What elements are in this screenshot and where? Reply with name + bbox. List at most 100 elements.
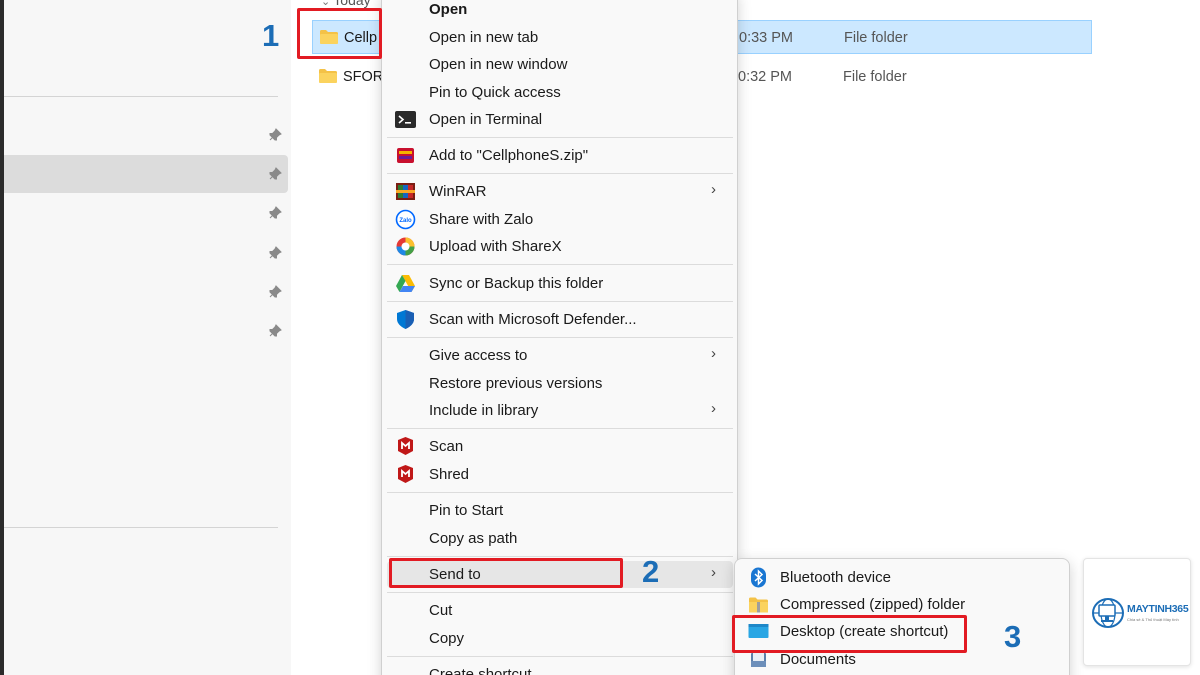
submenu-item-bluetooth[interactable]: Bluetooth device [740, 564, 1064, 591]
menu-item-label: Pin to Quick access [429, 84, 561, 101]
file-date: 0:33 PM [739, 30, 793, 46]
menu-item-open-terminal[interactable]: Open in Terminal [387, 106, 733, 133]
menu-item-label: Restore previous versions [429, 375, 603, 392]
menu-item-label: Open in new tab [429, 29, 539, 46]
pin-icon[interactable] [268, 285, 282, 299]
menu-item-give-access[interactable]: Give access to › [387, 342, 733, 369]
menu-item-winrar[interactable]: WinRAR › [387, 178, 733, 205]
logo-tagline: Chia sẻ & Thủ thuật Máy tính [1127, 617, 1179, 622]
menu-item-label: Copy as path [429, 530, 518, 547]
pin-icon[interactable] [268, 324, 282, 338]
menu-item-label: WinRAR [429, 183, 487, 200]
winrar-icon [396, 183, 415, 200]
winrar-archive-icon [397, 148, 414, 163]
menu-item-open[interactable]: Open [387, 0, 733, 23]
bluetooth-icon [751, 567, 766, 588]
menu-separator [387, 264, 733, 265]
pin-icon[interactable] [268, 167, 282, 181]
mcafee-icon [398, 465, 413, 483]
menu-item-label: Scan with Microsoft Defender... [429, 311, 637, 328]
chevron-right-icon: › [711, 181, 716, 198]
menu-item-label: Include in library [429, 402, 539, 419]
nav-divider [4, 527, 278, 528]
menu-item-label: Scan [429, 438, 464, 455]
step-number-2: 2 [642, 554, 660, 589]
zip-folder-icon [749, 597, 768, 613]
menu-item-label: Copy [429, 630, 465, 647]
nav-divider [4, 96, 278, 97]
menu-separator [387, 556, 733, 557]
menu-item-copy-path[interactable]: Copy as path [387, 525, 733, 552]
group-header-today[interactable]: ⌄ Today [321, 0, 371, 8]
menu-item-sync-backup[interactable]: Sync or Backup this folder [387, 270, 733, 297]
menu-separator [387, 173, 733, 174]
menu-item-open-new-window[interactable]: Open in new window [387, 51, 733, 78]
menu-item-scan[interactable]: Scan [387, 433, 733, 460]
menu-item-label: Open in Terminal [429, 111, 543, 128]
menu-item-restore-versions[interactable]: Restore previous versions [387, 370, 733, 397]
highlight-box-send-to [389, 558, 623, 588]
folder-icon [319, 69, 337, 83]
terminal-icon [395, 111, 416, 128]
menu-item-label: Share with Zalo [429, 211, 534, 228]
menu-separator [387, 301, 733, 302]
step-number-1: 1 [262, 18, 280, 53]
submenu-item-label: Documents [780, 651, 856, 668]
menu-item-label: Open [429, 1, 468, 18]
menu-item-share-zalo[interactable]: Zalo Share with Zalo [387, 206, 733, 233]
highlight-box-folder [297, 8, 382, 59]
menu-separator [387, 428, 733, 429]
menu-item-pin-start[interactable]: Pin to Start [387, 497, 733, 524]
menu-item-label: Cut [429, 602, 453, 619]
step-number-3: 3 [1004, 619, 1022, 654]
chevron-right-icon: › [711, 345, 716, 362]
menu-separator [387, 137, 733, 138]
menu-separator [387, 337, 733, 338]
globe-logo-icon [1092, 598, 1124, 628]
navigation-pane [4, 0, 291, 675]
menu-item-create-shortcut[interactable]: Create shortcut [387, 661, 733, 675]
menu-separator [387, 492, 733, 493]
submenu-item-label: Compressed (zipped) folder [780, 596, 966, 613]
menu-item-include-library[interactable]: Include in library › [387, 397, 733, 424]
defender-shield-icon [397, 310, 414, 329]
pin-icon[interactable] [268, 206, 282, 220]
menu-separator [387, 656, 733, 657]
sharex-icon [396, 237, 415, 256]
chevron-right-icon: › [711, 564, 716, 581]
nav-selected-item[interactable] [4, 155, 288, 193]
chevron-right-icon: › [711, 400, 716, 417]
menu-item-label: Open in new window [429, 56, 568, 73]
menu-item-scan-defender[interactable]: Scan with Microsoft Defender... [387, 306, 733, 333]
logo-brand-text: MAYTINH365 [1127, 603, 1189, 615]
menu-item-label: Pin to Start [429, 502, 504, 519]
menu-item-label: Give access to [429, 347, 528, 364]
menu-item-pin-quick-access[interactable]: Pin to Quick access [387, 79, 733, 106]
file-type: File folder [844, 30, 908, 46]
menu-item-label: Create shortcut [429, 666, 532, 675]
menu-separator [387, 592, 733, 593]
file-name: SFOR [343, 69, 384, 85]
menu-item-cut[interactable]: Cut [387, 597, 733, 624]
menu-item-label: Add to "CellphoneS.zip" [429, 147, 589, 164]
menu-item-open-new-tab[interactable]: Open in new tab [387, 24, 733, 51]
menu-item-add-to-zip[interactable]: Add to "CellphoneS.zip" [387, 142, 733, 169]
file-date: 0:32 PM [738, 69, 792, 85]
mcafee-icon [398, 437, 413, 455]
pin-icon[interactable] [268, 128, 282, 142]
submenu-item-compressed[interactable]: Compressed (zipped) folder [740, 591, 1064, 618]
menu-item-label: Sync or Backup this folder [429, 275, 604, 292]
file-type: File folder [843, 69, 907, 85]
zalo-icon: Zalo [395, 209, 416, 230]
menu-item-copy[interactable]: Copy [387, 625, 733, 652]
menu-item-label: Upload with ShareX [429, 238, 562, 255]
menu-item-label: Shred [429, 466, 470, 483]
submenu-item-label: Bluetooth device [780, 569, 891, 586]
maytinh365-logo: MAYTINH365 Chia sẻ & Thủ thuật Máy tính [1083, 558, 1191, 666]
svg-text:Zalo: Zalo [399, 218, 412, 224]
menu-item-shred[interactable]: Shred [387, 461, 733, 488]
highlight-box-desktop [732, 615, 967, 653]
google-drive-icon [396, 275, 415, 292]
menu-item-upload-sharex[interactable]: Upload with ShareX [387, 233, 733, 260]
pin-icon[interactable] [268, 246, 282, 260]
